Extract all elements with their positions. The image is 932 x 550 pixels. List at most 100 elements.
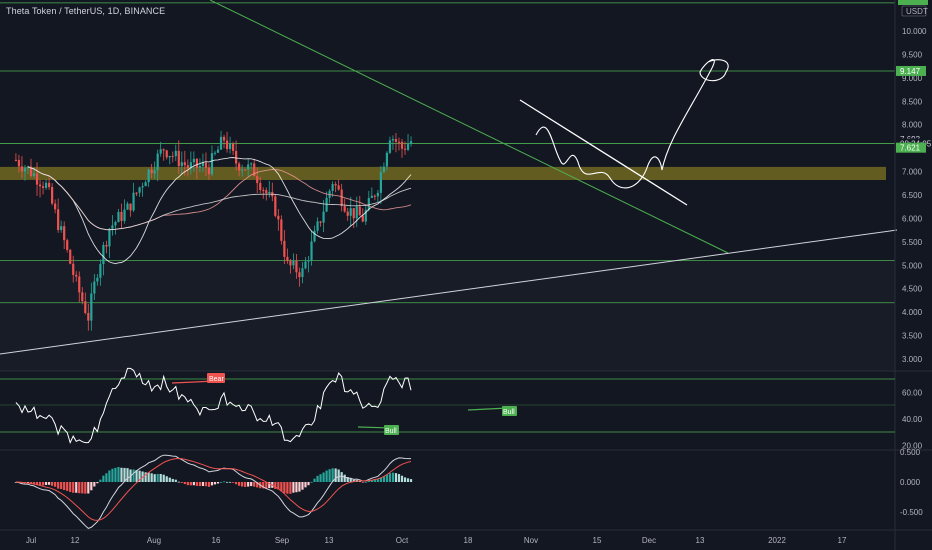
currency-badge: USDT — [901, 5, 928, 17]
candle-body — [322, 211, 325, 223]
candle-body — [35, 173, 39, 185]
bear-badge[interactable]: Bear — [207, 373, 225, 383]
macd-bar — [409, 479, 413, 482]
macd-bar — [72, 482, 75, 493]
candle-body — [66, 240, 69, 250]
price-tick-label: 10.000 — [902, 27, 927, 36]
candle-body — [388, 140, 392, 153]
candle-body — [355, 206, 358, 219]
date-tick-label: Jul — [26, 536, 36, 545]
symbol-title[interactable]: Theta Token / TetherUS, 1D, BINANCE — [6, 6, 165, 16]
candle-body — [397, 141, 401, 143]
support-zone — [0, 166, 886, 181]
macd-bar — [400, 475, 404, 482]
candle-body — [370, 195, 373, 198]
macd-bar — [247, 482, 250, 487]
candle-body — [78, 276, 81, 293]
candle-body — [313, 230, 316, 242]
candle-body — [298, 272, 301, 278]
candle-body — [352, 208, 355, 219]
macd-bar — [283, 482, 286, 493]
date-tick-label: 16 — [212, 536, 221, 545]
candle-body — [382, 166, 386, 173]
macd-bar — [207, 482, 211, 487]
price-tick-label: 8.500 — [902, 97, 923, 106]
candle-body — [280, 219, 283, 241]
candle-body — [84, 301, 87, 313]
date-tick-label: 17 — [838, 536, 847, 545]
macd-bar — [322, 472, 325, 482]
macd-bar — [235, 482, 238, 485]
macd-bar — [328, 469, 331, 482]
macd-bar — [63, 482, 66, 491]
macd-bar — [253, 482, 256, 487]
macd-bar — [57, 482, 60, 489]
candle-body — [268, 192, 271, 194]
macd-bar — [192, 482, 195, 486]
date-tick-label: 2022 — [768, 536, 786, 545]
candle-body — [225, 140, 229, 150]
bull-badge-label: Bull — [385, 428, 397, 435]
macd-bar — [406, 478, 410, 482]
candle-body — [337, 185, 340, 190]
macd-bar — [301, 482, 304, 490]
macd-bar — [120, 467, 123, 482]
macd-bar — [150, 473, 153, 482]
macd-bar — [250, 482, 253, 487]
macd-bar — [403, 477, 407, 482]
candle-body — [147, 169, 150, 183]
macd-bar — [189, 482, 192, 486]
macd-bar — [177, 481, 180, 483]
candle-body — [316, 221, 319, 231]
macd-bar — [210, 482, 214, 486]
candle-body — [90, 293, 93, 321]
macd-bar — [81, 482, 84, 494]
candle-body — [274, 196, 277, 216]
macd-bar — [228, 481, 232, 483]
candle-body — [391, 139, 395, 141]
macd-bar — [132, 469, 135, 482]
candle-body — [367, 197, 370, 210]
bull-badge[interactable]: Bull — [502, 406, 517, 416]
price-tick-label: 7.000 — [902, 168, 923, 177]
candle-body — [44, 182, 48, 188]
macd-bar — [394, 473, 398, 482]
candle-body — [292, 260, 295, 266]
macd-bar — [171, 478, 174, 482]
macd-bar — [153, 474, 156, 482]
candle-body — [219, 136, 223, 150]
macd-bar — [219, 481, 223, 483]
candle-body — [111, 225, 114, 229]
candle-body — [204, 162, 208, 168]
macd-bar — [159, 473, 162, 482]
candle-body — [177, 150, 180, 167]
chart-canvas[interactable]: Bear Bull Bull 10.0009.5009.0008.5008.00… — [0, 0, 932, 550]
macd-bar — [126, 468, 129, 482]
macd-bar — [198, 482, 202, 487]
bull-badge[interactable]: Bull — [384, 425, 399, 435]
candle-body — [358, 206, 361, 216]
candle-body — [81, 292, 84, 302]
macd-bar — [364, 481, 367, 483]
price-badge-label: 7.621 — [900, 144, 921, 153]
candle-body — [304, 261, 307, 269]
date-tick-label: Aug — [147, 536, 161, 545]
candle-body — [277, 215, 280, 220]
macd-bar — [286, 482, 289, 494]
candle-body — [283, 240, 286, 257]
price-tick-label: 6.500 — [902, 191, 923, 200]
candle-body — [63, 226, 66, 241]
price-badge-label: 9.147 — [900, 67, 921, 76]
macd-bar — [238, 482, 241, 486]
macd-bar — [78, 482, 81, 494]
candle-body — [250, 163, 253, 165]
candle-body — [174, 150, 177, 157]
candle-body — [47, 182, 51, 188]
candle-body — [262, 190, 265, 192]
macd-bar — [117, 466, 120, 482]
candle-body — [165, 150, 168, 158]
candle-body — [244, 169, 247, 171]
macd-bar — [75, 482, 78, 493]
candle-body — [186, 165, 189, 169]
candle-body — [54, 203, 57, 210]
